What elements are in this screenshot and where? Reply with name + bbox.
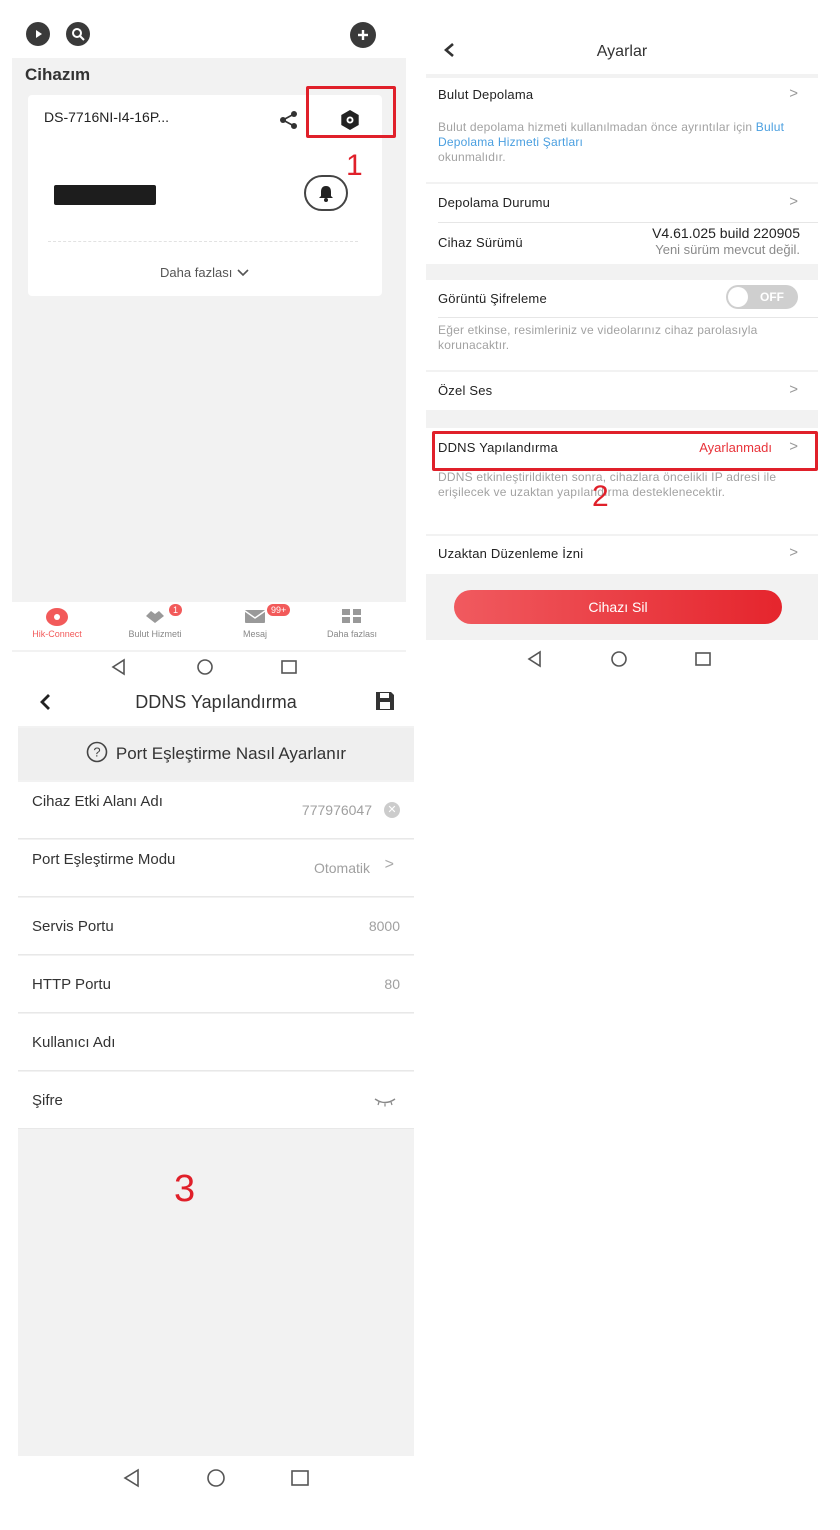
clear-icon[interactable]: ✕ — [384, 802, 400, 818]
tab-label: Mesaj — [242, 629, 267, 639]
step-number-2: 2 — [592, 480, 609, 513]
domain-name-row[interactable]: Cihaz Etki Alanı Adı 777976047 ✕ — [18, 782, 414, 839]
settings-panel: Ayarlar Bulut Depolama > Bulut depolama … — [426, 26, 818, 680]
field-label: Servis Portu — [32, 918, 114, 935]
field-label: Port Eşleştirme Modu — [32, 851, 176, 868]
field-label: Şifre — [32, 1092, 63, 1109]
card-divider — [48, 241, 358, 242]
page-title: Cihazım — [25, 65, 91, 84]
field-value: 8000 — [368, 918, 400, 934]
storage-version-group: Depolama Durumu > Cihaz Sürümü V4.61.025… — [426, 184, 818, 264]
custom-voice-label: Özel Ses — [438, 383, 493, 398]
highlight-box-1 — [306, 86, 396, 138]
chevron-right-icon: > — [789, 544, 798, 561]
chevron-right-icon: > — [789, 85, 798, 102]
device-name: DS-7716NI-I4-16P... — [44, 109, 170, 125]
tab-messages[interactable]: Mesaj 99+ — [215, 604, 295, 639]
home-nav-icon[interactable] — [610, 650, 628, 673]
toggle-state: OFF — [760, 290, 784, 304]
remote-config-row[interactable]: Uzaktan Düzenleme İzni > — [426, 536, 818, 574]
help-text: Port Eşleştirme Nasıl Ayarlanır — [115, 744, 347, 763]
device-version-label: Cihaz Sürümü — [438, 235, 523, 250]
chevron-right-icon: > — [384, 856, 394, 873]
tab-label: Hik-Connect — [32, 629, 82, 639]
settings-title: Ayarlar — [596, 43, 648, 60]
http-port-row[interactable]: HTTP Portu 80 — [18, 956, 414, 1013]
image-encryption-row: Görüntü Şifreleme OFF Eğer etkinse, resi… — [426, 280, 818, 370]
cloud-desc-text-end: okunmalıdır. — [438, 150, 506, 164]
field-value: Otomatik — [313, 860, 370, 876]
recents-nav-icon[interactable] — [290, 1468, 310, 1493]
device-list-panel: Cihazım DS-7716NI-I4-16P... Daha fazlası — [12, 10, 406, 685]
tab-cloud-service[interactable]: Bulut Hizmeti 1 — [115, 604, 195, 639]
cloud-storage-row[interactable]: Bulut Depolama > Bulut depolama hizmeti … — [426, 78, 818, 182]
version-value: V4.61.025 build 220905 — [652, 225, 800, 241]
tab-label: Bulut Hizmeti — [128, 629, 182, 639]
alarm-bell-icon[interactable] — [304, 175, 348, 211]
envelope-icon — [244, 608, 266, 626]
password-row[interactable]: Şifre — [18, 1072, 414, 1129]
ddns-description: DDNS etkinleştirildikten sonra, cihazlar… — [438, 470, 777, 499]
device-thumbnail — [54, 185, 156, 205]
more-label: Daha fazlası — [160, 265, 233, 280]
field-label: Cihaz Etki Alanı Adı — [32, 793, 163, 810]
custom-voice-row[interactable]: Özel Ses > — [426, 372, 818, 410]
tab-more[interactable]: Daha fazlası — [312, 608, 392, 639]
chevron-right-icon: > — [789, 381, 798, 398]
toggle-knob — [728, 287, 748, 307]
chevron-down-icon — [236, 266, 250, 281]
tab-label: Daha fazlası — [326, 629, 378, 639]
highlight-box-2 — [432, 431, 818, 471]
port-mapping-mode-row[interactable]: Port Eşleştirme Modu Otomatik > — [18, 840, 414, 897]
svg-text:?: ? — [93, 744, 100, 759]
playback-icon[interactable] — [26, 22, 50, 46]
help-question-icon: ? — [86, 741, 108, 768]
search-icon[interactable] — [66, 22, 90, 46]
encryption-description: Eğer etkinse, resimleriniz ve videoların… — [438, 323, 758, 352]
share-icon[interactable] — [278, 109, 300, 136]
port-mapping-help[interactable]: ? Port Eşleştirme Nasıl Ayarlanır — [18, 728, 414, 780]
field-label: HTTP Portu — [32, 976, 111, 993]
ddns-title: DDNS Yapılandırma — [135, 692, 297, 712]
field-value: 80 — [384, 976, 400, 992]
back-nav-icon[interactable] — [526, 650, 544, 673]
add-device-icon[interactable] — [350, 22, 376, 48]
recents-nav-icon[interactable] — [694, 650, 712, 673]
username-row[interactable]: Kullanıcı Adı — [18, 1014, 414, 1071]
row-divider — [438, 222, 818, 223]
step-number-3: 3 — [174, 1168, 196, 1210]
back-nav-icon[interactable] — [122, 1468, 142, 1493]
chevron-right-icon: > — [789, 193, 798, 210]
field-value: 777976047 — [301, 802, 372, 818]
storage-status-label[interactable]: Depolama Durumu — [438, 195, 550, 210]
row-divider — [438, 317, 818, 318]
recents-nav-icon[interactable] — [280, 658, 298, 681]
eye-closed-icon[interactable] — [374, 1094, 396, 1112]
cloud-storage-description: Bulut depolama hizmeti kullanılmadan önc… — [438, 120, 798, 165]
field-label: Kullanıcı Adı — [32, 1034, 116, 1051]
service-port-row[interactable]: Servis Portu 8000 — [18, 898, 414, 955]
home-nav-icon[interactable] — [206, 1468, 226, 1493]
grid-menu-icon — [341, 608, 363, 626]
tab-hik-connect[interactable]: Hik-Connect — [17, 608, 97, 639]
back-nav-icon[interactable] — [110, 658, 128, 681]
ddns-config-panel: DDNS Yapılandırma ? Port Eşleştirme Nası… — [18, 680, 414, 1500]
cloud-desc-text: Bulut depolama hizmeti kullanılmadan önc… — [438, 120, 756, 134]
version-note: Yeni sürüm mevcut değil. — [655, 242, 800, 257]
image-encryption-label: Görüntü Şifreleme — [438, 291, 547, 306]
delete-device-button[interactable]: Cihazı Sil — [454, 590, 782, 624]
hik-connect-icon — [46, 608, 68, 626]
encryption-toggle[interactable]: OFF — [726, 285, 798, 309]
home-nav-icon[interactable] — [196, 658, 214, 681]
more-toggle[interactable]: Daha fazlası — [28, 265, 382, 281]
remote-config-label: Uzaktan Düzenleme İzni — [438, 546, 584, 561]
save-icon[interactable] — [374, 690, 396, 717]
notification-badge: 99+ — [267, 604, 291, 616]
cloud-storage-label: Bulut Depolama — [438, 87, 534, 102]
cloud-service-icon — [144, 608, 166, 626]
notification-badge: 1 — [169, 604, 183, 616]
step-number-1: 1 — [346, 149, 363, 182]
